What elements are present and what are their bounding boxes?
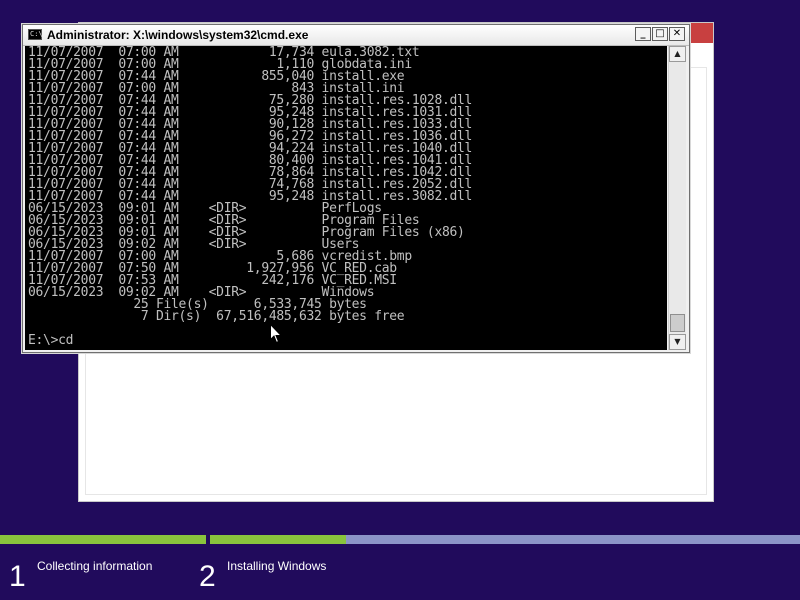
scrollbar-thumb[interactable] (670, 314, 685, 332)
window-title: Administrator: X:\windows\system32\cmd.e… (47, 28, 309, 42)
step2-label: Installing Windows (227, 559, 327, 573)
scroll-up-arrow-icon[interactable]: ▲ (669, 46, 686, 62)
console-output[interactable]: 11/07/2007 07:00 AM 17,734 eula.3082.txt… (25, 46, 667, 350)
setup-progress-bar (0, 535, 800, 544)
step2-number: 2 (199, 560, 216, 593)
step1-label: Collecting information (37, 559, 153, 573)
console-line: 7 Dir(s) 67,516,485,632 bytes free (28, 309, 405, 324)
step1-number: 1 (9, 560, 26, 593)
console-text: 11/07/2007 07:00 AM 17,734 eula.3082.txt… (25, 46, 667, 347)
step1-progress-fill (0, 535, 206, 544)
vertical-scrollbar[interactable]: ▲ ▼ (668, 46, 686, 350)
console-line: E:\>cd (28, 333, 74, 348)
close-button[interactable]: ✕ (669, 27, 685, 41)
minimize-button[interactable]: _ (635, 27, 651, 41)
scroll-down-arrow-icon[interactable]: ▼ (669, 334, 686, 350)
cmd-titlebar[interactable]: C:\ Administrator: X:\windows\system32\c… (23, 25, 689, 46)
cmd-icon: C:\ (28, 29, 43, 40)
cmd-window[interactable]: C:\ Administrator: X:\windows\system32\c… (22, 24, 690, 353)
mouse-pointer-icon (270, 324, 282, 344)
maximize-button[interactable]: □ (652, 27, 668, 41)
step2-progress-fill (210, 535, 346, 544)
